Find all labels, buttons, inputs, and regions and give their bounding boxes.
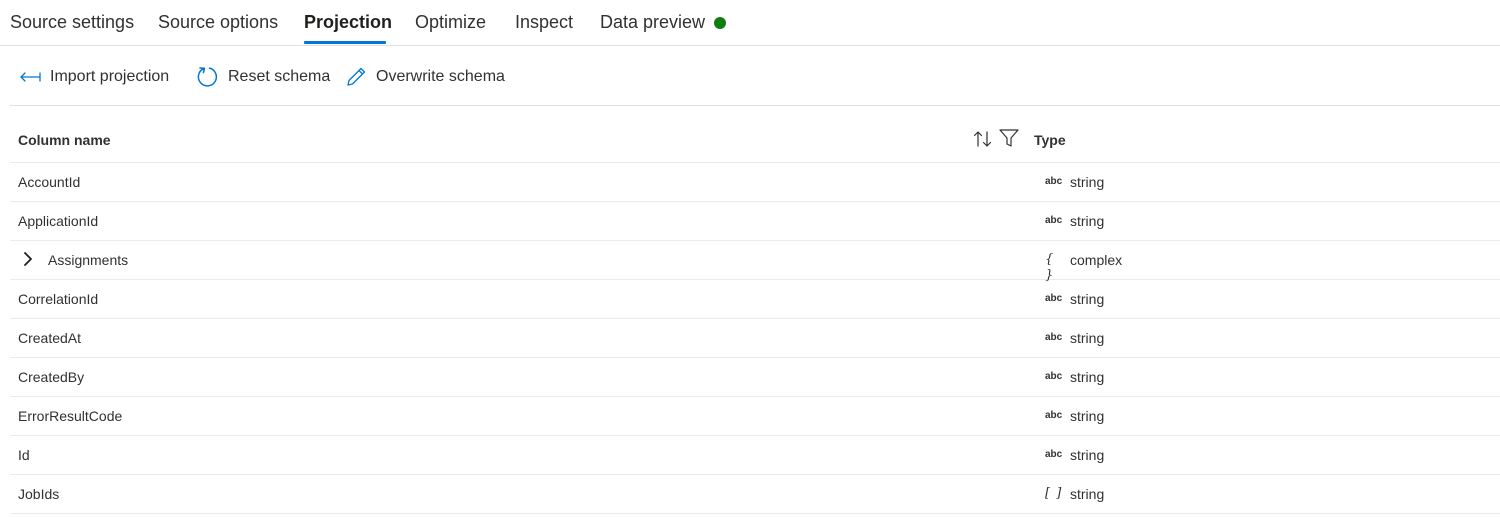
column-name-header: Column name <box>18 132 111 148</box>
toolbar: Import projection Reset schema Overwrite… <box>10 45 1500 106</box>
tab-bar: Source settings Source options Projectio… <box>0 0 1500 46</box>
type-cell: string <box>1070 486 1105 502</box>
overwrite-schema-label: Overwrite schema <box>376 68 505 85</box>
string-type-icon: abc <box>1045 332 1063 343</box>
type-cell: string <box>1070 447 1105 463</box>
import-projection-label: Import projection <box>50 68 170 85</box>
table-row[interactable]: ErrorResultCode abc string <box>10 397 1500 436</box>
column-name-cell: Assignments <box>48 252 129 268</box>
type-header: Type <box>1034 132 1066 148</box>
status-indicator <box>714 17 726 29</box>
refresh-icon <box>196 65 220 89</box>
table-row[interactable]: Id abc string <box>10 436 1500 475</box>
table-row[interactable]: CreatedAt abc string <box>10 319 1500 358</box>
chevron-right-icon[interactable] <box>20 250 36 268</box>
table-row[interactable]: AccountId abc string <box>10 163 1500 202</box>
tab-data-preview[interactable]: Data preview <box>600 12 705 33</box>
table-row[interactable]: CorrelationId abc string <box>10 280 1500 319</box>
type-cell: complex <box>1070 252 1123 268</box>
type-cell: string <box>1070 408 1105 424</box>
tab-optimize[interactable]: Optimize <box>415 12 486 33</box>
tab-source-options[interactable]: Source options <box>158 12 278 33</box>
import-projection-button[interactable]: Import projection <box>18 65 169 89</box>
sort-icon[interactable] <box>972 129 994 149</box>
column-name-cell: CreatedAt <box>18 330 82 346</box>
reset-schema-button[interactable]: Reset schema <box>196 65 330 89</box>
column-name-cell: ApplicationId <box>18 213 99 229</box>
type-cell: string <box>1070 330 1105 346</box>
type-cell: string <box>1070 174 1105 190</box>
string-type-icon: abc <box>1045 176 1063 187</box>
type-cell: string <box>1070 291 1105 307</box>
string-type-icon: abc <box>1045 215 1063 226</box>
projection-table: Column name Type AccountId abc string Appli… <box>10 118 1500 514</box>
column-name-cell: ErrorResultCode <box>18 408 123 424</box>
reset-schema-label: Reset schema <box>228 68 331 85</box>
tab-inspect[interactable]: Inspect <box>515 12 573 33</box>
table-row[interactable]: Assignments { } complex <box>10 241 1500 283</box>
string-type-icon: abc <box>1045 293 1063 304</box>
column-name-cell: AccountId <box>18 174 81 190</box>
column-name-cell: Id <box>18 447 30 463</box>
array-type-icon: [ ] <box>1045 486 1063 501</box>
pencil-icon <box>344 65 368 89</box>
tab-projection[interactable]: Projection <box>304 12 392 33</box>
table-row[interactable]: CreatedBy abc string <box>10 358 1500 397</box>
overwrite-schema-button[interactable]: Overwrite schema <box>344 65 505 89</box>
filter-icon[interactable] <box>998 127 1020 149</box>
import-arrow-icon <box>18 65 42 89</box>
table-header: Column name Type <box>10 118 1500 163</box>
type-cell: string <box>1070 213 1105 229</box>
column-name-cell: JobIds <box>18 486 60 502</box>
tab-source-settings[interactable]: Source settings <box>10 12 134 33</box>
table-row[interactable]: ApplicationId abc string <box>10 202 1500 241</box>
column-name-cell: CorrelationId <box>18 291 99 307</box>
type-cell: string <box>1070 369 1105 385</box>
complex-type-icon: { } <box>1045 252 1055 283</box>
string-type-icon: abc <box>1045 449 1063 460</box>
table-row[interactable]: JobIds [ ] string <box>10 475 1500 514</box>
string-type-icon: abc <box>1045 371 1063 382</box>
active-tab-indicator <box>304 41 386 44</box>
table-body: AccountId abc string ApplicationId abc string… <box>10 163 1500 514</box>
string-type-icon: abc <box>1045 410 1063 421</box>
column-name-cell: CreatedBy <box>18 369 85 385</box>
